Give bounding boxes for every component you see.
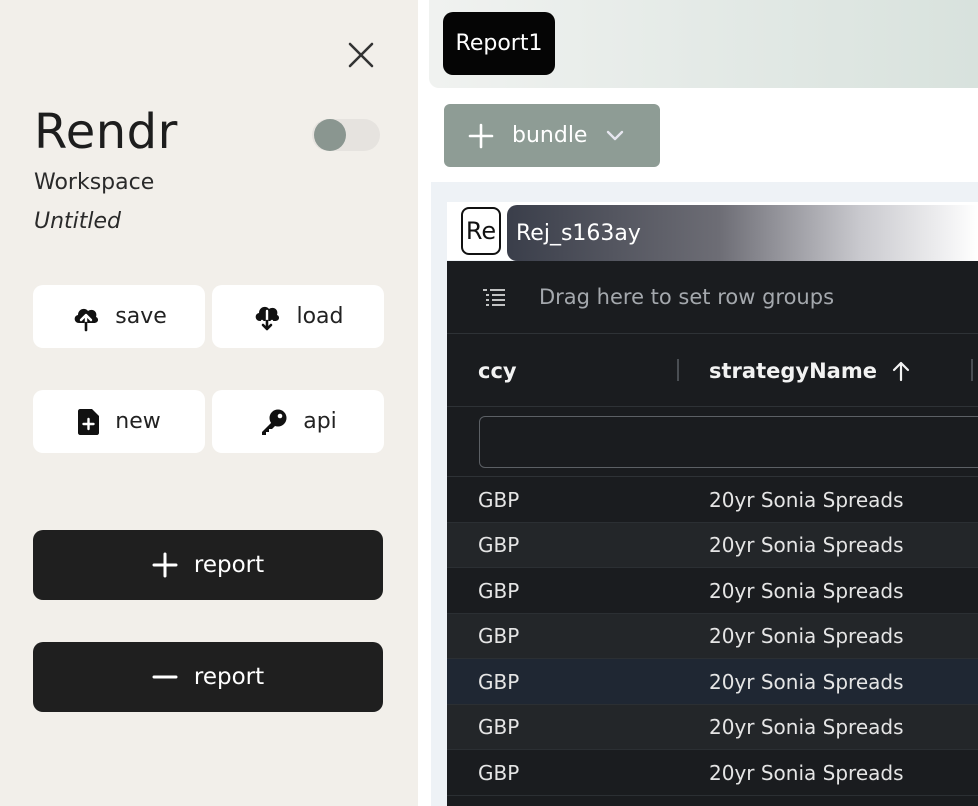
column-resize-handle[interactable] [677,359,679,381]
row-groups-panel[interactable]: Drag here to set row groups [447,261,978,334]
cell-ccy: GBP [478,578,520,603]
api-button[interactable]: api [212,390,384,453]
column-header-label: strategyName [709,358,877,383]
load-label: load [296,304,344,329]
add-bundle-button[interactable]: bundle [444,104,660,167]
load-button[interactable]: load [212,285,384,348]
sort-ascending-icon [892,361,910,381]
report-tab[interactable]: Report1 [443,12,555,75]
row-groups-icon [483,289,505,306]
app-title: Rendr [34,104,178,160]
save-button[interactable]: save [33,285,205,348]
chevron-down-icon [607,130,624,140]
cell-ccy: GBP [478,760,520,785]
remove-report-button[interactable]: report [33,642,383,712]
report-name-label[interactable]: Rej_s163ay [507,205,978,261]
filter-row [447,407,978,477]
column-resize-handle[interactable] [971,359,973,381]
minus-icon [152,675,178,679]
key-icon [262,409,287,435]
table-row[interactable]: GBP 20yr Sonia Spreads [447,659,978,705]
cell-strategyname: 20yr Sonia Spreads [709,669,904,694]
cell-ccy: GBP [478,715,520,739]
data-grid: Drag here to set row groups ccy strategy… [447,261,978,806]
new-button[interactable]: new [33,390,205,453]
cell-strategyname: 20yr Sonia Spreads [709,533,904,557]
plus-icon [152,552,178,578]
new-file-icon [78,408,100,435]
ccy-filter-input[interactable] [479,416,978,468]
cell-strategyname: 20yr Sonia Spreads [709,760,904,785]
grid-header: ccy strategyName [447,334,978,407]
save-label: save [115,304,167,329]
cell-ccy: GBP [478,533,520,557]
table-row[interactable]: GBP 20yr Sonia Spreads [447,477,978,523]
cell-strategyname: 20yr Sonia Spreads [709,578,904,603]
bundle-label: bundle [512,123,588,148]
table-row[interactable]: GBP 20yr Sonia Spreads [447,568,978,614]
table-row[interactable]: GBP 20yr Sonia Spreads [447,613,978,659]
add-report-button[interactable]: report [33,530,383,600]
api-label: api [303,409,337,434]
column-header-strategyname[interactable]: strategyName [709,334,911,407]
cloud-upload-icon [74,308,99,331]
column-header-label: ccy [478,358,517,383]
cell-strategyname: 20yr Sonia Spreads [709,487,904,512]
workspace-name[interactable]: Untitled [34,209,121,234]
theme-toggle[interactable] [312,119,380,151]
table-row[interactable]: GBP 20yr Sonia Spreads [447,522,978,568]
toggle-knob [314,119,346,151]
remove-report-label: report [193,664,265,690]
sidebar: Rendr Workspace Untitled save load new a… [0,0,418,806]
table-row[interactable]: GBP 20yr Sonia Spreads [447,704,978,750]
cloud-download-icon [256,306,280,330]
cell-ccy: GBP [478,487,520,512]
workspace-label: Workspace [34,170,155,195]
add-report-label: report [193,552,265,578]
cell-strategyname: 20yr Sonia Spreads [709,715,904,739]
cell-ccy: GBP [478,624,520,648]
cell-strategyname: 20yr Sonia Spreads [709,624,904,648]
new-label: new [115,409,161,434]
report-type-badge[interactable]: Re [461,207,501,255]
row-groups-hint: Drag here to set row groups [539,285,835,309]
column-header-ccy[interactable]: ccy [478,334,517,407]
table-row[interactable]: GBP 20yr Sonia Spreads [447,750,978,796]
plus-icon [468,123,494,148]
close-icon [348,42,374,68]
cell-ccy: GBP [478,669,520,694]
close-sidebar-button[interactable] [346,40,376,70]
